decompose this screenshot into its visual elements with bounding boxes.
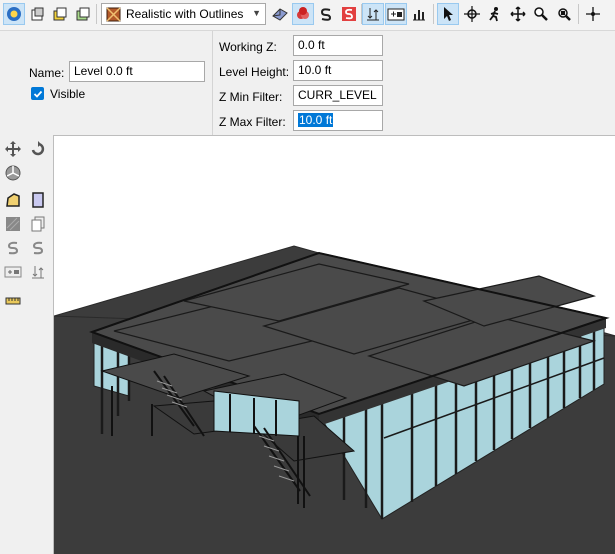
panel-divider [212, 31, 213, 135]
working-z-field[interactable]: 0.0 ft [293, 35, 383, 56]
level-plus-icon[interactable] [385, 3, 407, 25]
move-icon[interactable] [4, 140, 22, 158]
name-field[interactable]: Level 0.0 ft [69, 61, 205, 82]
level-tag-icon[interactable] [4, 263, 22, 281]
chevron-down-icon: ▼ [252, 8, 261, 18]
z-min-filter-field[interactable]: CURR_LEVEL [293, 85, 383, 106]
snap-s-red-icon[interactable] [338, 3, 360, 25]
tool-sidebar [0, 135, 53, 554]
chart-icon[interactable] [408, 3, 430, 25]
level-icon[interactable] [362, 3, 384, 25]
name-label: Name: [29, 66, 65, 80]
working-z-label: Working Z: [219, 40, 277, 54]
level-height-label: Level Height: [219, 65, 290, 79]
level-height-icon[interactable] [29, 263, 47, 281]
copy-icon[interactable] [29, 215, 47, 233]
view-mode-dropdown[interactable]: Realistic with Outlines ▼ [101, 3, 266, 25]
snap-s-icon[interactable] [315, 3, 337, 25]
fill-icon[interactable] [4, 215, 22, 233]
ruler-icon[interactable] [4, 292, 22, 310]
view-mode-label: Realistic with Outlines [126, 7, 244, 21]
building-model [54, 245, 615, 554]
3d-viewport[interactable] [53, 135, 615, 554]
pie-icon[interactable] [4, 164, 22, 182]
zoom-extents-icon[interactable] [553, 3, 575, 25]
check-icon [33, 90, 42, 98]
level-height-field[interactable]: 10.0 ft [293, 60, 383, 81]
orbit-icon[interactable] [461, 3, 483, 25]
walk-icon[interactable] [484, 3, 506, 25]
z-max-filter-label: Z Max Filter: [219, 115, 286, 129]
visible-label: Visible [50, 87, 86, 101]
z-max-filter-value: 10.0 ft [298, 113, 334, 127]
section-box-icon[interactable] [269, 3, 291, 25]
snap-alt-icon[interactable] [29, 239, 47, 257]
select-view-icon[interactable] [3, 3, 25, 25]
main-toolbar: Realistic with Outlines ▼ [0, 0, 615, 31]
render-mode-icon [106, 6, 121, 22]
z-max-filter-field[interactable]: 10.0 ft [293, 110, 383, 131]
box-view-2-icon[interactable] [49, 3, 71, 25]
rotate-icon[interactable] [29, 140, 47, 158]
clash-icon[interactable] [292, 3, 314, 25]
box-view-1-icon[interactable] [26, 3, 48, 25]
crosshair-icon[interactable] [582, 3, 604, 25]
z-min-filter-label: Z Min Filter: [219, 90, 283, 104]
polygon-icon[interactable] [4, 191, 22, 209]
snap-icon[interactable] [4, 239, 22, 257]
box-view-3-icon[interactable] [72, 3, 94, 25]
pan-icon[interactable] [507, 3, 529, 25]
rect-icon[interactable] [29, 191, 47, 209]
zoom-icon[interactable] [530, 3, 552, 25]
pointer-icon[interactable] [437, 3, 459, 25]
visible-checkbox[interactable] [31, 87, 44, 100]
